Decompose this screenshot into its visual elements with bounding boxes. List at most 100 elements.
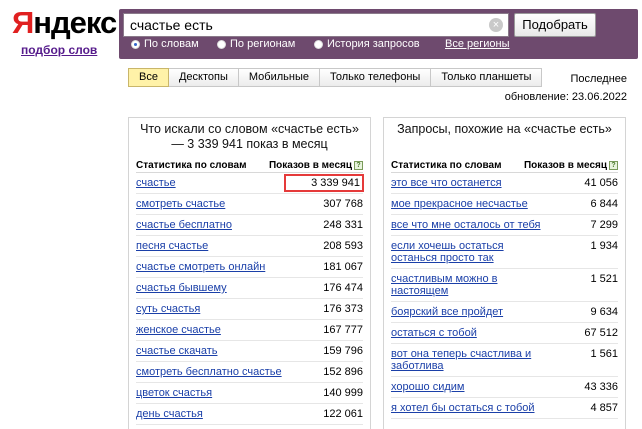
keyword-link[interactable]: смотреть счастье [136, 198, 291, 210]
radio-label: История запросов [327, 38, 420, 50]
table-row: вот она теперь счастлива и заботлива 1 56… [391, 344, 618, 377]
radio-selected-icon [131, 39, 140, 49]
keyword-link[interactable]: вот она теперь счастлива и заботлива [391, 348, 546, 372]
radio-by-regions[interactable]: По регионам [217, 38, 295, 50]
table-row: счастья бывшему 176 474 [136, 278, 363, 299]
keyword-link[interactable]: цветок счастья [136, 387, 291, 399]
impressions-count: 41 056 [584, 177, 618, 189]
keyword-link[interactable]: счастья бывшему [136, 282, 291, 294]
col-keyword-header: Статистика по словам [136, 160, 247, 171]
keyword-link[interactable]: боярский все пройдет [391, 306, 546, 318]
table-row: если хочешь остаться останься просто так… [391, 236, 618, 269]
yandex-logo[interactable]: Яндекс [12, 5, 117, 40]
tab-desktops[interactable]: Десктопы [168, 68, 239, 87]
impressions-count: 1 521 [590, 273, 618, 285]
keyword-link[interactable]: счастье смотреть онлайн [136, 261, 291, 273]
impressions-count: 1 934 [590, 240, 618, 252]
radio-history[interactable]: История запросов [314, 38, 420, 50]
col-count-label: Показов в месяц [268, 160, 352, 171]
table-row: счастье 3 339 941 [136, 173, 364, 194]
col-count-header: Показов в месяц? [524, 159, 618, 172]
table-row: я хотел бы остаться с тобой 4 857 [391, 398, 618, 419]
impressions-count: 1 561 [590, 348, 618, 360]
panel-title: Что искали со словом «счастье есть» — 3 … [140, 122, 359, 151]
table-row: остаться с тобой 67 512 [391, 323, 618, 344]
help-icon[interactable]: ? [609, 161, 618, 170]
impressions-count: 181 067 [323, 261, 363, 273]
keyword-link[interactable]: смотреть бесплатно счастье [136, 366, 291, 378]
radio-icon [217, 39, 226, 49]
impressions-count: 6 844 [590, 198, 618, 210]
keyword-link[interactable]: счастливым можно в настоящем [391, 273, 546, 297]
words-stats-panel: Что искали со словом «счастье есть» — 3 … [128, 117, 371, 429]
table-row: смотреть счастье 307 768 [136, 194, 363, 215]
table-row: цветок счастья 140 999 [136, 383, 363, 404]
table-row: хорошо сидим 43 336 [391, 377, 618, 398]
impressions-count: 3 339 941 [283, 174, 364, 192]
col-keyword-header: Статистика по словам [391, 160, 502, 171]
submit-button[interactable]: Подобрать [514, 13, 596, 37]
impressions-count: 167 777 [323, 324, 363, 336]
table-row: день счастья 122 061 [136, 404, 363, 425]
impressions-count: 9 634 [590, 306, 618, 318]
col-count-header: Показов в месяц? [269, 159, 363, 172]
keyword-link[interactable]: счастье бесплатно [136, 219, 291, 231]
impressions-count: 248 331 [323, 219, 363, 231]
help-icon[interactable]: ? [354, 161, 363, 170]
keyword-link[interactable]: суть счастья [136, 303, 291, 315]
table-row: мое прекрасное несчастье 6 844 [391, 194, 618, 215]
similar-table-body: это все что останется 41 056 мое прекрасно… [384, 173, 625, 419]
keyword-link[interactable]: это все что останется [391, 177, 546, 189]
col-count-label: Показов в месяц [523, 160, 607, 171]
logo-rest: ндекс [33, 5, 117, 40]
updated-label: Последнее [570, 73, 627, 85]
updated-date: обновление: 23.06.2022 [504, 91, 627, 103]
radio-by-words[interactable]: По словам [131, 38, 199, 50]
panel-title: Запросы, похожие на «счастье есть» [397, 122, 612, 136]
table-row: все что мне осталось от тебя 7 299 [391, 215, 618, 236]
table-row: смотреть бесплатно счастье 152 896 [136, 362, 363, 383]
tab-mobile[interactable]: Мобильные [238, 68, 320, 87]
radio-label: По регионам [230, 38, 296, 50]
keyword-link[interactable]: если хочешь остаться останься просто так [391, 240, 546, 264]
words-table-body: счастье 3 339 941 смотреть счастье 307 768 с… [129, 173, 370, 425]
keyword-link[interactable]: все что мне осталось от тебя [391, 219, 546, 231]
keyword-link[interactable]: хорошо сидим [391, 381, 546, 393]
impressions-count: 307 768 [323, 198, 363, 210]
impressions-count: 176 373 [323, 303, 363, 315]
keyword-link[interactable]: счастье скачать [136, 345, 291, 357]
impressions-count: 67 512 [584, 327, 618, 339]
logo-first-letter: Я [12, 5, 34, 40]
table-row: счастье бесплатно 248 331 [136, 215, 363, 236]
table-row: это все что останется 41 056 [391, 173, 618, 194]
all-regions-link[interactable]: Все регионы [445, 38, 510, 50]
impressions-count: 159 796 [323, 345, 363, 357]
impressions-count: 176 474 [323, 282, 363, 294]
impressions-count: 122 061 [323, 408, 363, 420]
table-row: счастье скачать 159 796 [136, 341, 363, 362]
radio-label: По словам [144, 38, 199, 50]
keyword-link[interactable]: мое прекрасное несчастье [391, 198, 546, 210]
device-tabs: Все Десктопы Мобильные Только телефоны Т… [128, 68, 543, 87]
impressions-count: 152 896 [323, 366, 363, 378]
clear-icon[interactable]: × [489, 18, 503, 32]
table-header: Статистика по словам Показов в месяц? [391, 159, 618, 173]
tab-phones[interactable]: Только телефоны [319, 68, 432, 87]
table-row: счастье смотреть онлайн 181 067 [136, 257, 363, 278]
last-updated: Последнее обновление: 23.06.2022 [505, 70, 627, 106]
keyword-link[interactable]: женское счастье [136, 324, 291, 336]
wordstat-link[interactable]: подбор слов [21, 43, 97, 57]
keyword-link[interactable]: я хотел бы остаться с тобой [391, 402, 546, 414]
similar-queries-panel: Запросы, похожие на «счастье есть» Стати… [383, 117, 626, 429]
keyword-link[interactable]: счастье [136, 177, 284, 189]
keyword-link[interactable]: песня счастье [136, 240, 291, 252]
table-row: счастливым можно в настоящем 1 521 [391, 269, 618, 302]
impressions-count: 43 336 [584, 381, 618, 393]
tab-all[interactable]: Все [128, 68, 169, 87]
table-row: боярский все пройдет 9 634 [391, 302, 618, 323]
keyword-link[interactable]: день счастья [136, 408, 291, 420]
search-input[interactable]: счастье есть [123, 13, 509, 37]
table-row: женское счастье 167 777 [136, 320, 363, 341]
keyword-link[interactable]: остаться с тобой [391, 327, 546, 339]
impressions-count: 140 999 [323, 387, 363, 399]
